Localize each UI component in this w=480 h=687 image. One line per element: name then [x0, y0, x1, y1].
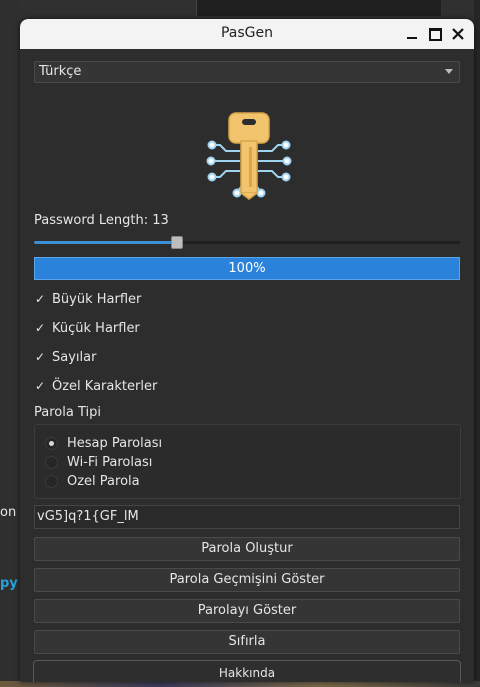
checkbox-label: Sayılar — [52, 349, 97, 365]
checkmark-icon: ✓ — [35, 379, 46, 393]
checkmark-icon: ✓ — [35, 350, 46, 364]
close-button[interactable] — [448, 24, 468, 44]
radio-label: Hesap Parolası — [67, 435, 163, 451]
password-type-title: Parola Tipi — [34, 405, 101, 420]
checkbox-label: Özel Karakterler — [52, 378, 158, 394]
background-right-edge — [474, 0, 480, 687]
strength-progress-bar: 100% — [34, 257, 460, 280]
background-window — [196, 0, 441, 16]
password-type-group: Hesap Parolası Wi-Fi Parolası Ozel Parol… — [34, 424, 461, 499]
checkbox-label: Büyük Harfler — [52, 291, 142, 307]
radio-label: Wi-Fi Parolası — [67, 454, 153, 470]
reset-button[interactable]: Sıfırla — [34, 630, 460, 654]
language-select[interactable]: Türkçe — [34, 61, 460, 83]
generated-password-value: vG5]q?1{GF_lM — [37, 509, 139, 524]
show-password-button[interactable]: Parolayı Göster — [34, 599, 460, 623]
password-length-slider[interactable] — [34, 235, 460, 249]
generated-password-field[interactable]: vG5]q?1{GF_lM — [34, 505, 460, 529]
checkbox-lowercase[interactable]: ✓ Küçük Harfler — [35, 318, 140, 338]
checkbox-uppercase[interactable]: ✓ Büyük Harfler — [35, 289, 141, 309]
slider-handle[interactable] — [171, 236, 183, 249]
show-history-button[interactable]: Parola Geçmişini Göster — [34, 568, 460, 592]
checkbox-special-characters[interactable]: ✓ Özel Karakterler — [35, 376, 157, 396]
radio-selected-icon — [45, 436, 58, 450]
password-length-label: Password Length: 13 — [34, 213, 169, 228]
background-app-edge: on py — [0, 0, 20, 687]
progress-text: 100% — [228, 261, 266, 276]
main-panel: Türkçe Password Length: 13 100% ✓ Büyük … — [20, 49, 474, 682]
chevron-down-icon — [445, 69, 453, 74]
title-bar[interactable]: PasGen — [20, 19, 474, 49]
checkmark-icon: ✓ — [35, 292, 46, 306]
app-window: PasGen Türkçe Password Length: 13 100% ✓… — [20, 19, 474, 682]
radio-label: Ozel Parola — [67, 473, 140, 489]
checkmark-icon: ✓ — [35, 321, 46, 335]
maximize-icon — [428, 27, 442, 41]
background-text-snippet: on — [0, 505, 17, 520]
background-text-snippet: py — [0, 576, 18, 591]
close-icon — [452, 28, 464, 40]
radio-unselected-icon — [45, 474, 58, 488]
radio-custom-password[interactable]: Ozel Parola — [45, 472, 140, 490]
radio-unselected-icon — [45, 455, 58, 469]
checkbox-label: Küçük Harfler — [52, 320, 140, 336]
maximize-button[interactable] — [425, 24, 445, 44]
radio-wifi-password[interactable]: Wi-Fi Parolası — [45, 453, 152, 471]
language-select-value: Türkçe — [39, 64, 82, 79]
about-button[interactable]: Hakkında — [33, 660, 461, 682]
slider-fill — [34, 241, 175, 244]
radio-account-password[interactable]: Hesap Parolası — [45, 434, 162, 452]
checkbox-numbers[interactable]: ✓ Sayılar — [35, 347, 96, 367]
generate-password-button[interactable]: Parola Oluştur — [34, 537, 460, 561]
minimize-icon — [407, 37, 417, 39]
minimize-button[interactable] — [402, 24, 422, 44]
key-circuit-icon — [206, 112, 292, 200]
